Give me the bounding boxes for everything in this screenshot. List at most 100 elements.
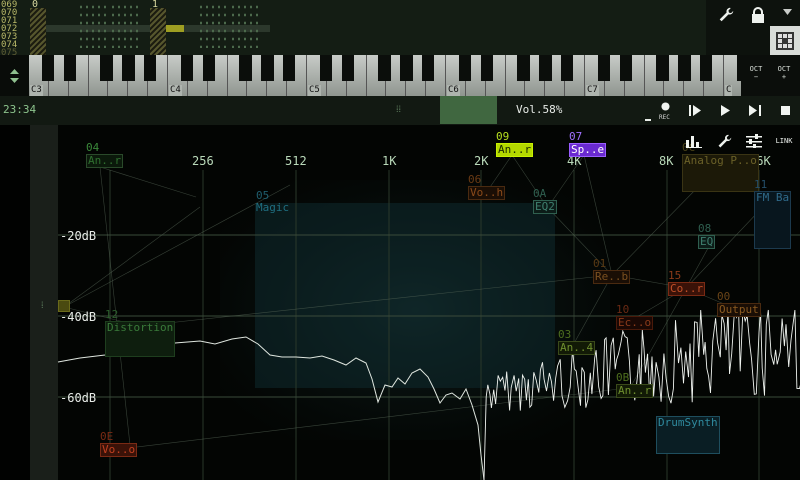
freq-label: 256 <box>192 154 214 168</box>
piano-black-key[interactable] <box>480 55 494 81</box>
track-dots <box>198 3 228 48</box>
piano-black-key[interactable] <box>400 55 413 81</box>
module-name: Magic <box>256 201 290 214</box>
module-id: 00 <box>717 290 731 303</box>
pattern-row-numbers: 069 070 071 072 073 074 075 <box>0 0 28 58</box>
pattern-track-1[interactable]: 1 <box>150 0 270 55</box>
module-name: EQ2 <box>533 200 557 214</box>
piano-black-key[interactable] <box>122 55 135 81</box>
analyzer-mode-button[interactable] <box>680 128 708 154</box>
module-07[interactable]: 07 Sp..e <box>569 131 607 157</box>
piano-black-key[interactable] <box>100 55 113 81</box>
module-id: 11 <box>754 178 768 191</box>
magic-module-shape <box>255 203 555 388</box>
stop-button[interactable] <box>770 96 800 124</box>
module-id: 03 <box>558 328 572 341</box>
module-0E[interactable]: 0E Vo..o <box>100 430 138 457</box>
piano-black-key[interactable] <box>597 55 611 81</box>
module-01[interactable]: 01 Re..b <box>593 258 631 284</box>
module-name <box>58 300 70 312</box>
track-number: 0 <box>32 0 39 10</box>
volume-slider-fill[interactable] <box>440 96 497 124</box>
piano-black-key[interactable] <box>41 55 55 81</box>
analyzer-toolbar: LINK <box>680 125 800 155</box>
module-00[interactable]: 00 Output <box>717 291 761 317</box>
module-04[interactable]: 04 An..r <box>86 142 124 168</box>
pattern-track-0[interactable]: 0 <box>30 0 150 55</box>
play-icon <box>720 104 730 116</box>
module-03[interactable]: 03 An..4 <box>558 328 596 355</box>
db-label: -60dB <box>60 391 97 405</box>
dropdown-triangle-icon <box>782 9 792 15</box>
play-button[interactable] <box>710 96 740 124</box>
module-name: Vo..h <box>468 186 506 200</box>
module-link <box>63 206 201 308</box>
link-label: LINK <box>775 137 793 145</box>
module-02[interactable] <box>58 300 70 315</box>
record-button[interactable]: REC <box>650 96 680 124</box>
piano-black-key[interactable] <box>678 55 691 81</box>
octave-down-button[interactable]: OCT − <box>743 65 769 87</box>
piano-black-key[interactable] <box>63 55 77 81</box>
module-0D[interactable]: DrumSynth <box>656 416 720 454</box>
track-dots <box>110 3 138 48</box>
piano-black-key[interactable] <box>261 55 274 81</box>
module-0A[interactable]: 0A EQ2 <box>533 188 557 214</box>
piano-black-key[interactable] <box>283 55 296 81</box>
module-id: 12 <box>105 308 119 321</box>
module-11[interactable]: 11 FM Ba <box>754 178 792 249</box>
piano-black-key[interactable] <box>422 55 435 81</box>
module-name: EQ <box>698 235 716 249</box>
module-id: 0B <box>616 371 630 384</box>
piano-black-key[interactable] <box>561 55 574 81</box>
piano-black-key[interactable] <box>144 55 157 81</box>
module-12[interactable]: 12 Distortion <box>105 308 176 357</box>
octave-up-button[interactable]: OCT + <box>771 65 797 87</box>
piano-black-key[interactable] <box>202 55 216 81</box>
module-settings-button[interactable] <box>710 128 738 154</box>
settings-button[interactable] <box>710 0 742 30</box>
module-name: An..r <box>496 143 534 157</box>
track-dots <box>78 3 108 48</box>
wrench-icon <box>719 7 734 22</box>
track-hatch <box>30 8 46 55</box>
module-0B[interactable]: 0B An..r <box>616 371 654 398</box>
module-grid-button[interactable] <box>770 26 800 55</box>
menu-button[interactable] <box>776 0 798 24</box>
module-name: Re..b <box>593 270 631 284</box>
freq-label: 512 <box>285 154 307 168</box>
grid-icon <box>776 31 794 50</box>
octave-scroll-button[interactable] <box>0 55 29 96</box>
link-button[interactable]: LINK <box>770 128 798 154</box>
module-06[interactable]: 06 Vo..h <box>468 174 506 200</box>
pattern-overview[interactable]: 069 070 071 072 073 074 075 0 1 <box>0 0 800 58</box>
octave-label: C3 <box>30 85 43 96</box>
piano-black-key[interactable] <box>239 55 252 81</box>
piano-keyboard[interactable]: C3 C4 C5 C6 C7 C <box>29 55 741 96</box>
piano-black-key[interactable] <box>458 55 472 81</box>
transport-bar: 23:34 ⁞⁞ Vol.58% REC <box>0 96 800 125</box>
piano-black-key[interactable] <box>700 55 713 81</box>
track-hatch <box>150 8 166 55</box>
play-pattern-button[interactable] <box>740 96 770 124</box>
piano-black-key[interactable] <box>378 55 391 81</box>
piano-black-key[interactable] <box>319 55 333 81</box>
module-id: 0E <box>100 430 114 443</box>
module-05[interactable]: 05 Magic <box>256 190 289 214</box>
module-09[interactable]: 09 An..r <box>496 131 534 157</box>
wrench-icon <box>718 134 731 147</box>
module-10[interactable]: 10 Ec..o <box>616 304 654 330</box>
piano-black-key[interactable] <box>619 55 633 81</box>
piano-black-key[interactable] <box>341 55 355 81</box>
play-from-start-button[interactable] <box>680 96 710 124</box>
module-view: ⁞ 128 256 512 1K 2K 4K 8K 16K -20dB -40d… <box>0 125 800 480</box>
module-08[interactable]: 08 EQ <box>698 223 716 249</box>
mixer-button[interactable] <box>740 128 768 154</box>
piano-black-key[interactable] <box>656 55 669 81</box>
split-handle[interactable]: ⁞⁞ <box>396 104 401 115</box>
piano-black-key[interactable] <box>180 55 194 81</box>
module-15[interactable]: 15 Co..r <box>668 270 706 296</box>
piano-black-key[interactable] <box>517 55 530 81</box>
piano-black-key[interactable] <box>539 55 552 81</box>
octave-label: C <box>725 85 733 96</box>
